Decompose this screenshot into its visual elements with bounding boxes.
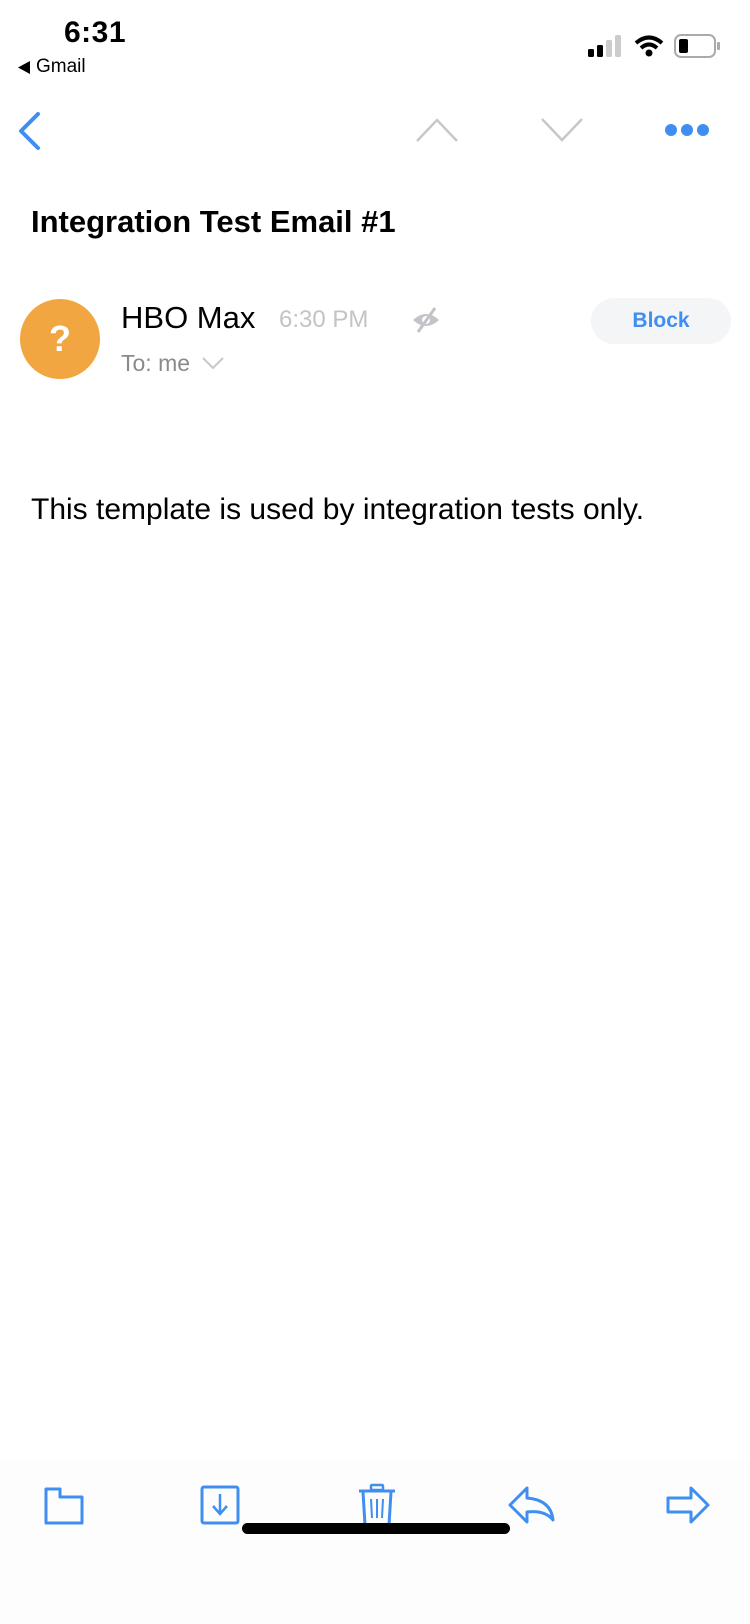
eye-slash-icon [413, 307, 439, 333]
more-icon[interactable] [664, 123, 710, 137]
email-subject: Integration Test Email #1 [31, 204, 396, 239]
status-time: 6:31 [64, 16, 127, 49]
block-button[interactable]: Block [591, 298, 731, 344]
email-body: This template is used by integration tes… [31, 493, 645, 526]
archive-icon[interactable] [195, 1480, 245, 1530]
sent-time: 6:30 PM [279, 306, 369, 333]
folder-icon[interactable] [39, 1480, 89, 1530]
back-triangle-icon [18, 60, 30, 74]
avatar-letter: ? [49, 318, 71, 359]
back-app-label: Gmail [36, 56, 86, 77]
back-icon[interactable] [16, 111, 42, 151]
sender-name[interactable]: HBO Max [121, 300, 255, 336]
back-to-app[interactable]: Gmail [18, 56, 86, 78]
reply-icon[interactable] [507, 1480, 557, 1530]
battery-icon [674, 34, 720, 58]
status-icons [588, 34, 720, 58]
chevron-up-icon[interactable] [415, 117, 459, 143]
recipients-label: To: me [121, 350, 191, 376]
forward-icon[interactable] [663, 1480, 713, 1530]
avatar[interactable]: ? [20, 299, 100, 379]
recipients-toggle[interactable]: To: me [121, 350, 224, 377]
chevron-down-icon [202, 357, 224, 370]
chevron-down-icon[interactable] [540, 117, 584, 143]
home-indicator[interactable] [242, 1523, 510, 1534]
signal-icon [588, 35, 621, 57]
wifi-icon [634, 35, 664, 57]
